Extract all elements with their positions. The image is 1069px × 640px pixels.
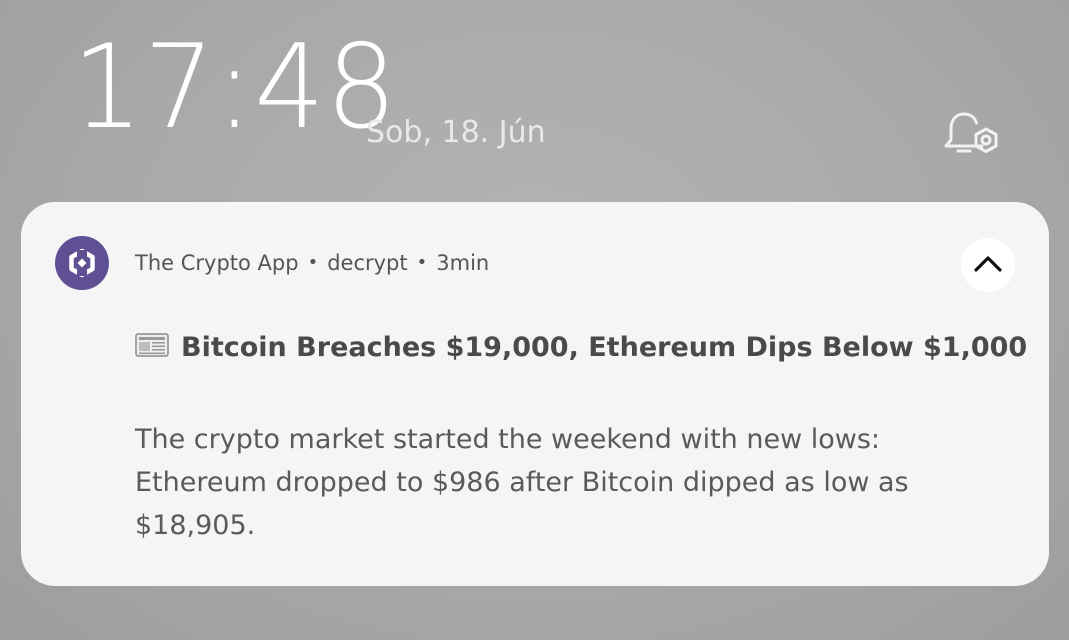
notification-card[interactable]: The Crypto App • decrypt • 3min Bitcoin Brea… <box>21 202 1049 586</box>
notification-source: decrypt <box>327 251 408 275</box>
crypto-app-logo-icon <box>69 248 95 278</box>
newspaper-icon <box>135 332 169 358</box>
meta-separator: • <box>307 252 319 273</box>
meta-separator: • <box>416 252 428 273</box>
notification-title: Bitcoin Breaches $19,000, Ethereum Dips … <box>181 332 1028 363</box>
notification-meta: The Crypto App • decrypt • 3min <box>135 253 489 274</box>
app-icon <box>55 236 109 290</box>
date-label: Sob, 18. Jún <box>366 115 546 150</box>
app-name: The Crypto App <box>135 251 299 275</box>
notification-body: The crypto market started the weekend wi… <box>135 424 909 541</box>
clock: 17:48 <box>72 20 398 155</box>
chevron-up-icon <box>974 256 1002 272</box>
notification-title-row: Bitcoin Breaches $19,000, Ethereum Dips … <box>135 332 1027 364</box>
notification-settings-button[interactable] <box>942 106 1004 160</box>
collapse-button[interactable] <box>961 238 1015 292</box>
lockscreen-header: 17:48 Sob, 18. Jún <box>0 0 1069 200</box>
bell-settings-icon <box>944 112 998 153</box>
notification-age: 3min <box>436 251 490 275</box>
